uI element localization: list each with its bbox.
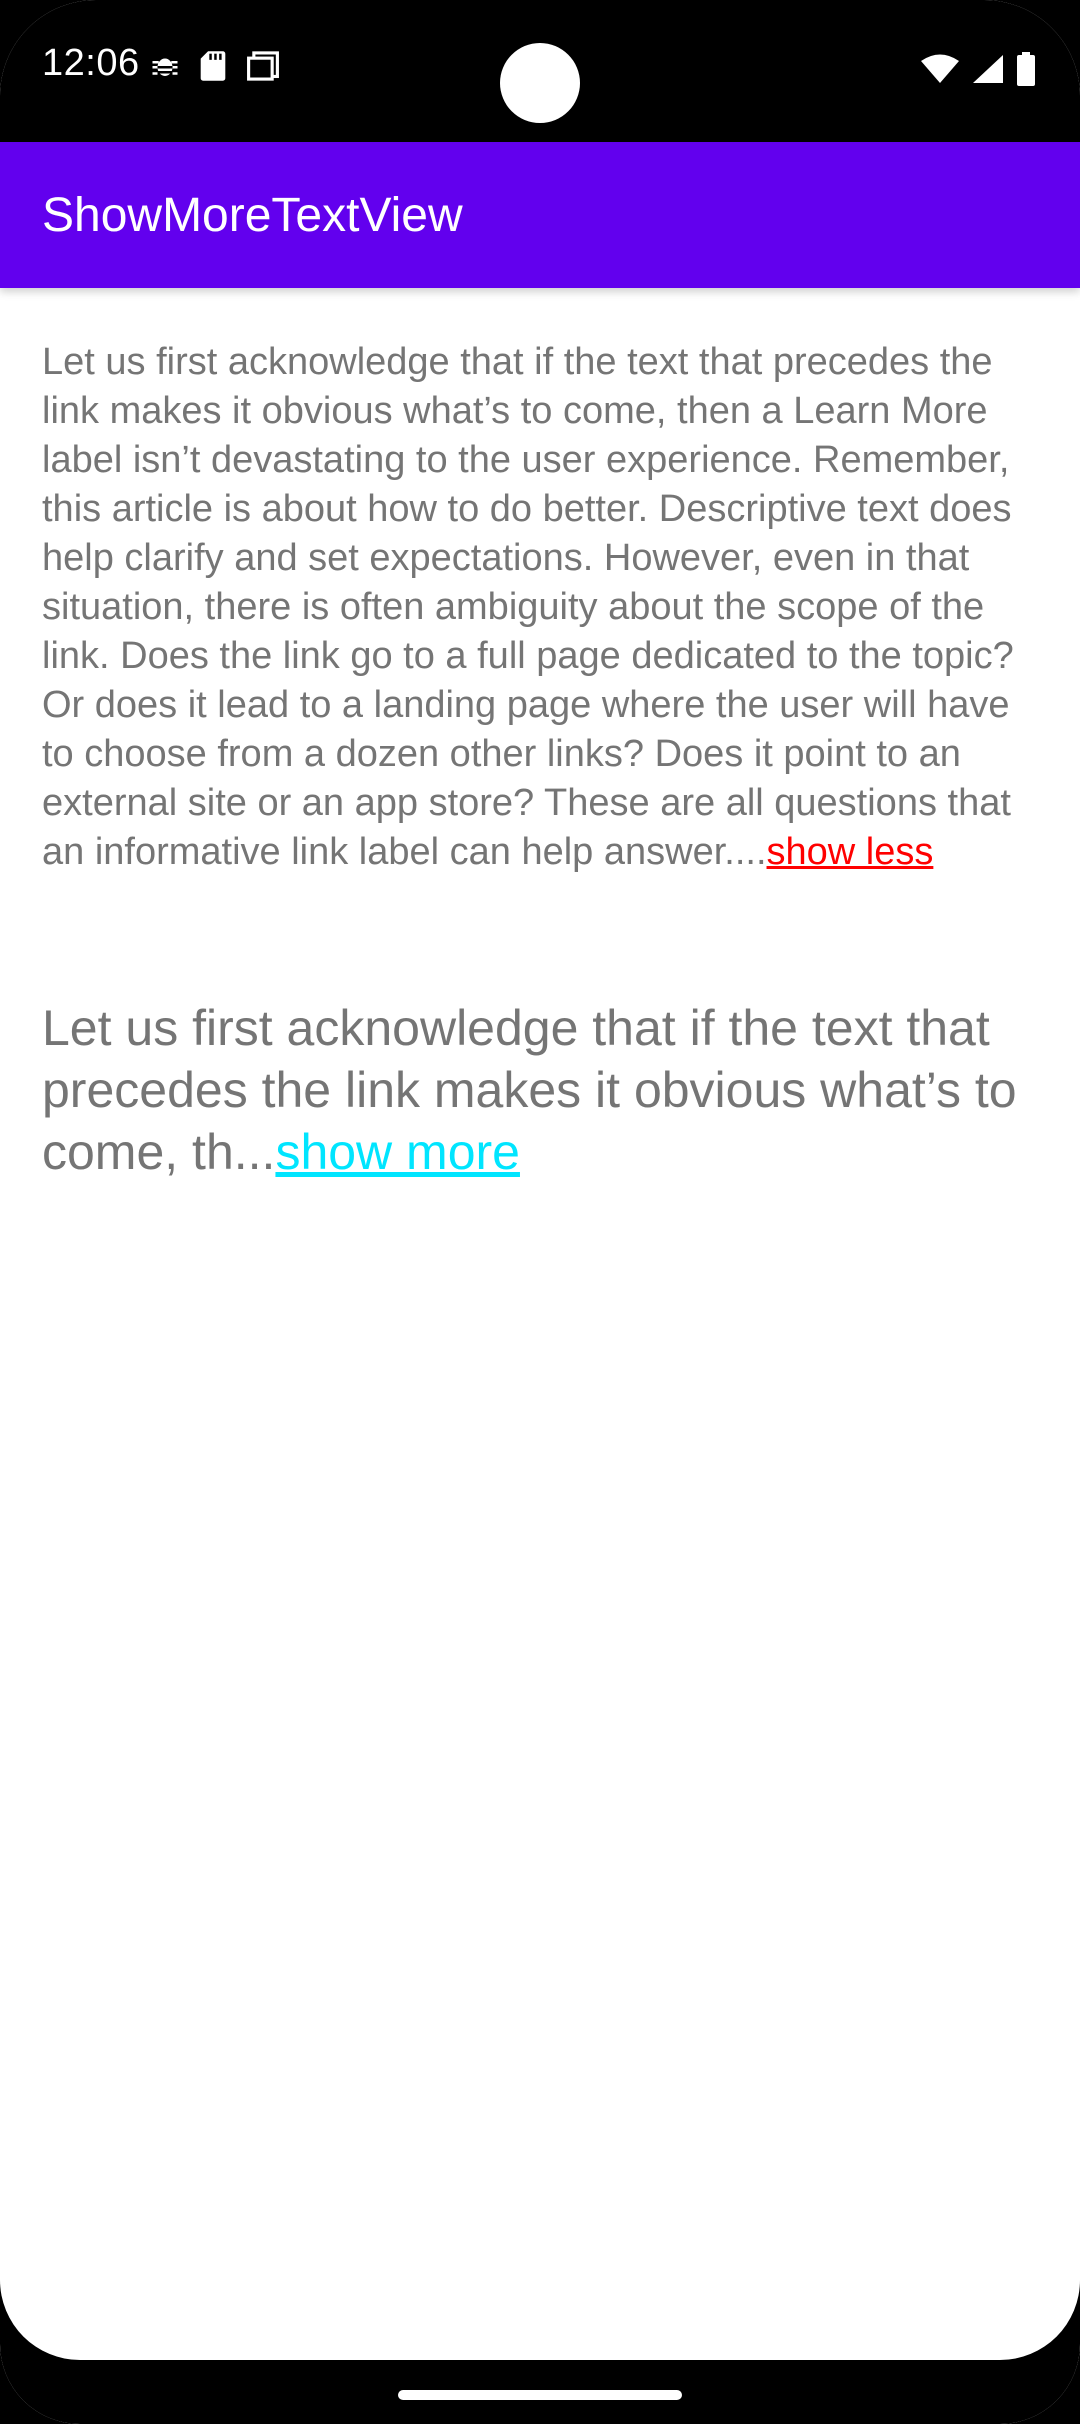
screen-corner-left: [0, 2200, 160, 2360]
camera-cutout: [500, 43, 580, 123]
expanded-text: Let us first acknowledge that if the tex…: [42, 341, 1014, 873]
collapsed-text-view: Let us first acknowledge that if the tex…: [42, 997, 1040, 1183]
show-less-link[interactable]: show less: [767, 831, 934, 873]
navigation-bar: [0, 2360, 1080, 2424]
sd-card-icon: [198, 50, 228, 87]
app-bar: ShowMoreTextView: [0, 142, 1080, 288]
status-icons-right: [920, 52, 1036, 91]
status-icons-left: [150, 50, 280, 87]
signal-icon: [972, 54, 1004, 89]
status-bar: 12:06: [0, 0, 1080, 142]
phone-screen: 12:06 ShowMoreTextView Let us first ackn…: [0, 0, 1080, 2424]
battery-icon: [1016, 52, 1036, 91]
show-more-link[interactable]: show more: [275, 1124, 520, 1180]
wifi-icon: [920, 54, 960, 89]
app-title: ShowMoreTextView: [42, 189, 463, 242]
screen-corner-right: [920, 2200, 1080, 2360]
expanded-text-view: Let us first acknowledge that if the tex…: [42, 338, 1040, 877]
status-time: 12:06: [42, 42, 140, 84]
bug-icon: [150, 51, 180, 86]
screenshot-icon: [246, 50, 280, 87]
main-content: Let us first acknowledge that if the tex…: [42, 338, 1040, 1183]
home-indicator[interactable]: [398, 2390, 682, 2400]
collapsed-text: Let us first acknowledge that if the tex…: [42, 1000, 1017, 1180]
